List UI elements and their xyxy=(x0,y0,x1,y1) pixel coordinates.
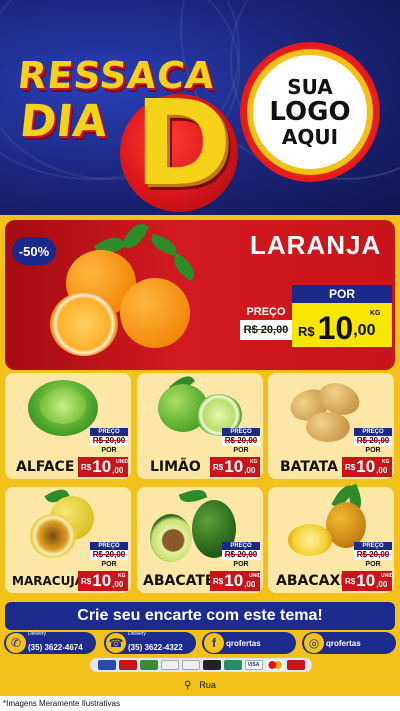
hero-old-price: R$ 20,00 xyxy=(243,324,289,336)
card-icon xyxy=(160,660,179,670)
old-price: R$ 20,00 xyxy=(222,550,260,560)
product-name: BATATA xyxy=(280,459,338,475)
title-dia: DIA xyxy=(17,96,110,147)
price-dec: ,00 xyxy=(112,580,124,589)
logo-placeholder[interactable]: SUA LOGO AQUI xyxy=(253,55,367,169)
hero-currency: R$ xyxy=(298,324,315,339)
logo-text-2: LOGO xyxy=(269,96,351,127)
por-label: POR xyxy=(90,561,128,569)
hero-old-price-label: PREÇO xyxy=(246,306,286,318)
instagram-icon: ◎ xyxy=(304,633,324,653)
hero-price-int: 10 xyxy=(317,310,354,346)
old-price: R$ 20,00 xyxy=(354,436,392,446)
unit: KG xyxy=(382,459,390,465)
price-dec: ,00 xyxy=(112,466,124,475)
price-dec: ,00 xyxy=(376,580,388,589)
whatsapp-label: Delivery xyxy=(28,631,47,637)
visa-icon: VISA xyxy=(244,660,263,670)
phone-contact[interactable]: ☎ Delivery (35) 3622-4322 xyxy=(104,631,196,654)
hero-product-name: LARANJA xyxy=(250,230,382,260)
card-icon xyxy=(223,660,242,670)
disclaimer: *Imagens Meramente Ilustrativas xyxy=(0,696,400,711)
por-label: POR xyxy=(90,447,128,455)
old-price: R$ 20,00 xyxy=(222,436,260,446)
card-icon xyxy=(118,660,137,670)
old-price: R$ 20,00 xyxy=(354,550,392,560)
price-int: 10 xyxy=(224,571,244,590)
hero-price-dec: ,00 xyxy=(353,322,376,339)
phone-number: (35) 3622-4322 xyxy=(128,643,183,652)
old-price: R$ 20,00 xyxy=(90,436,128,446)
unit: KG xyxy=(118,573,126,579)
hero-new-price: R$ 10 ,00 xyxy=(298,306,375,344)
price-int: 10 xyxy=(224,457,244,476)
mastercard-icon xyxy=(265,660,284,670)
price-dec: ,00 xyxy=(376,466,388,475)
price-int: 10 xyxy=(356,457,376,476)
currency: R$ xyxy=(81,576,92,586)
logo-text-1: SUA xyxy=(287,74,333,99)
unit: UNID xyxy=(381,573,394,579)
old-price-label: PREÇO xyxy=(90,428,128,436)
instagram-contact[interactable]: ◎ qrofertas xyxy=(302,632,396,654)
card-icon xyxy=(202,660,221,670)
whatsapp-icon: ✆ xyxy=(6,633,26,653)
old-price-label: PREÇO xyxy=(354,542,392,550)
price-dec: ,00 xyxy=(244,466,256,475)
price-int: 10 xyxy=(92,457,112,476)
hipercard-icon xyxy=(286,660,305,670)
discount-badge: -50% xyxy=(12,237,56,265)
payment-methods: VISA xyxy=(90,658,312,672)
create-flyer-button[interactable]: Crie seu encarte com este tema! xyxy=(5,602,395,630)
title-ressaca: RESSACA xyxy=(15,54,218,97)
instagram-handle: qrofertas xyxy=(326,638,361,648)
currency: R$ xyxy=(345,576,356,586)
logo-text-3: AQUI xyxy=(281,125,339,150)
phone-icon: ☎ xyxy=(106,633,126,653)
unit: KG xyxy=(250,459,258,465)
unit: UNID xyxy=(249,573,262,579)
unit: UNID xyxy=(116,459,129,465)
product-name: MARACUJÁ xyxy=(12,574,85,588)
title-big-d: D xyxy=(134,74,232,212)
card-icon xyxy=(181,660,200,670)
card-icon xyxy=(97,660,116,670)
card-icon xyxy=(139,660,158,670)
old-price-label: PREÇO xyxy=(354,428,392,436)
currency: R$ xyxy=(213,576,224,586)
old-price-label: PREÇO xyxy=(222,428,260,436)
por-label: POR xyxy=(222,447,260,455)
phone-label: Delivery xyxy=(128,631,147,637)
por-label: POR xyxy=(354,447,392,455)
currency: R$ xyxy=(345,462,356,472)
currency: R$ xyxy=(81,462,92,472)
price-int: 10 xyxy=(92,571,112,590)
facebook-handle: qrofertas xyxy=(226,638,261,648)
old-price: R$ 20,00 xyxy=(90,550,128,560)
product-name: ABACAXI xyxy=(276,573,346,589)
campaign-title: D RESSACA DIA xyxy=(14,48,238,212)
old-price-label: PREÇO xyxy=(222,542,260,550)
product-name: ABACATE xyxy=(143,573,215,589)
facebook-icon: f xyxy=(204,633,224,653)
whatsapp-contact[interactable]: ✆ Delivery (35) 3622-4674 xyxy=(4,631,96,654)
product-name: ALFACE xyxy=(16,459,75,475)
price-dec: ,00 xyxy=(244,580,256,589)
address-text: Rua xyxy=(199,680,216,690)
hero-unit: KG xyxy=(370,310,381,317)
facebook-contact[interactable]: f qrofertas xyxy=(202,632,296,654)
currency: R$ xyxy=(213,462,224,472)
por-label: POR xyxy=(222,561,260,569)
address-bar: ⚲ Rua xyxy=(0,674,400,696)
hero-por-tab: POR xyxy=(292,285,392,303)
old-price-label: PREÇO xyxy=(90,542,128,550)
product-name: LIMÃO xyxy=(150,459,201,475)
whatsapp-number: (35) 3622-4674 xyxy=(28,643,83,652)
por-label: POR xyxy=(354,561,392,569)
location-pin-icon: ⚲ xyxy=(184,679,192,691)
price-int: 10 xyxy=(356,571,376,590)
